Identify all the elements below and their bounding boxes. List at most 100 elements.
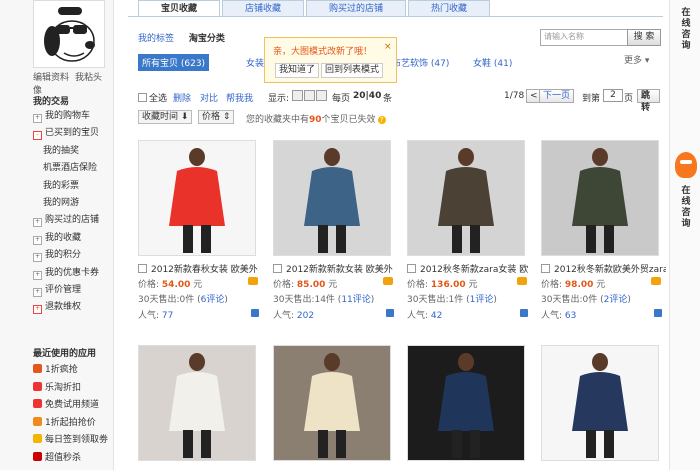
- sidebar-item[interactable]: + 评价管理: [33, 282, 113, 299]
- cat-link-women[interactable]: 女装: [246, 56, 264, 69]
- avatar[interactable]: [33, 0, 105, 68]
- product-image[interactable]: [273, 345, 391, 461]
- product-card: [138, 345, 258, 461]
- product-image[interactable]: [138, 345, 256, 461]
- cart-icon[interactable]: [383, 277, 393, 285]
- cart-icon[interactable]: [517, 277, 527, 285]
- app-icon: [33, 399, 42, 409]
- app-item[interactable]: 1折起拍抢价: [33, 415, 113, 433]
- all-items-filter[interactable]: 所有宝贝 (623): [138, 54, 210, 71]
- list-view-icon[interactable]: [304, 90, 315, 101]
- sort-by-time-button[interactable]: 收藏时间 ⬇: [138, 110, 193, 124]
- sidebar-item[interactable]: + 我的积分: [33, 247, 113, 264]
- search-button[interactable]: 搜 索: [627, 29, 661, 46]
- delete-link[interactable]: 删除: [173, 91, 191, 104]
- mascot-icon[interactable]: [675, 152, 697, 178]
- online-consult-link[interactable]: 在线咨询: [680, 186, 692, 230]
- product-title[interactable]: 2012新款春秋女装 欧美外: [138, 262, 263, 275]
- popularity-value[interactable]: 202: [297, 311, 314, 321]
- tab-item-favorites[interactable]: 宝贝收藏: [138, 0, 221, 17]
- product-checkbox[interactable]: [407, 264, 416, 273]
- sidebar-item[interactable]: + 退款维权: [33, 299, 113, 316]
- product-title[interactable]: 2012秋冬新款zara女装 欧: [407, 262, 532, 275]
- reviews-link[interactable]: 2评论: [604, 295, 628, 305]
- select-all-checkbox[interactable]: [138, 93, 147, 102]
- cart-icon[interactable]: [248, 277, 258, 285]
- sidebar-item[interactable]: 我的彩票: [33, 178, 113, 195]
- popup-ok-button[interactable]: 我知道了: [275, 63, 320, 78]
- product-image[interactable]: [541, 345, 659, 461]
- my-tags-link[interactable]: 我的标签: [138, 34, 174, 44]
- jump-button[interactable]: 跳转: [637, 89, 660, 113]
- share-icon[interactable]: [251, 309, 259, 317]
- collapse-icon[interactable]: -: [33, 131, 42, 141]
- reviews-link[interactable]: 6评论: [201, 295, 225, 305]
- per-page-options[interactable]: 20|40: [353, 91, 381, 101]
- expand-icon[interactable]: +: [33, 305, 42, 315]
- reviews-link[interactable]: 11评论: [341, 295, 370, 305]
- expand-icon[interactable]: +: [33, 253, 42, 263]
- product-image[interactable]: [273, 140, 391, 256]
- product-checkbox[interactable]: [273, 264, 282, 273]
- next-page-button[interactable]: 下一页: [539, 89, 575, 103]
- question-icon[interactable]: ?: [377, 116, 386, 124]
- sidebar-item[interactable]: + 我的收藏: [33, 230, 113, 247]
- reviews-link[interactable]: 1评论: [470, 295, 494, 305]
- app-item[interactable]: 免费试用频道: [33, 397, 113, 415]
- product-image[interactable]: [407, 345, 525, 461]
- product-image[interactable]: [138, 140, 256, 256]
- grid-view-icon[interactable]: [292, 90, 303, 101]
- taobao-category-link[interactable]: 淘宝分类: [189, 34, 225, 44]
- sidebar-item[interactable]: 我的网游: [33, 195, 113, 212]
- popularity-value[interactable]: 77: [162, 311, 173, 321]
- sidebar-item[interactable]: 我的抽奖: [33, 143, 113, 160]
- product-image[interactable]: [541, 140, 659, 256]
- compare-link[interactable]: 对比: [200, 91, 218, 104]
- cat-link-fabric[interactable]: 布艺软饰 (47): [392, 56, 449, 69]
- share-icon[interactable]: [386, 309, 394, 317]
- sidebar-item-label: 我的优惠卡券: [45, 267, 100, 278]
- expand-icon[interactable]: +: [33, 218, 42, 228]
- sidebar-item[interactable]: + 购买过的店铺: [33, 212, 113, 229]
- expand-icon[interactable]: +: [33, 114, 42, 123]
- tab-shop-favorites[interactable]: 店铺收藏: [222, 0, 305, 17]
- more-categories-link[interactable]: 更多 ▾: [624, 53, 649, 66]
- cat-link-shoes[interactable]: 女鞋 (41): [473, 56, 512, 69]
- popularity-value[interactable]: 63: [565, 311, 576, 321]
- sales-end: ): [224, 295, 228, 305]
- popularity-value[interactable]: 42: [431, 311, 442, 321]
- app-item[interactable]: 每日签到领取劵: [33, 432, 113, 450]
- compact-view-icon[interactable]: [316, 90, 327, 101]
- share-icon[interactable]: [654, 309, 662, 317]
- invalid-count-link[interactable]: 90: [309, 115, 322, 125]
- sidebar-item[interactable]: - 已买到的宝贝: [33, 125, 113, 142]
- page-number-input[interactable]: 2: [603, 89, 623, 102]
- expand-icon[interactable]: +: [33, 270, 42, 280]
- search-input[interactable]: 请输入名称: [540, 29, 628, 46]
- app-icon: [33, 416, 42, 426]
- product-image[interactable]: [407, 140, 525, 256]
- cart-icon[interactable]: [651, 277, 661, 285]
- tab-hot-favorites[interactable]: 热门收藏: [408, 0, 491, 17]
- help-me-link[interactable]: 帮我我: [226, 91, 253, 104]
- sidebar-item[interactable]: + 我的购物车: [33, 108, 113, 125]
- tab-purchased-shops[interactable]: 购买过的店铺: [306, 0, 407, 17]
- share-icon[interactable]: [520, 309, 528, 317]
- popup-close-icon[interactable]: ×: [384, 42, 392, 52]
- product-checkbox[interactable]: [541, 264, 550, 273]
- edit-profile-link[interactable]: 编辑资料: [33, 73, 69, 83]
- app-item[interactable]: 乐淘折扣: [33, 380, 113, 398]
- app-item[interactable]: 1折疯抢: [33, 362, 113, 380]
- online-consult-link-top[interactable]: 在线咨询: [680, 8, 692, 52]
- popup-list-mode-button[interactable]: 回到列表模式: [321, 63, 384, 78]
- product-photo: [304, 148, 360, 253]
- sidebar-item[interactable]: 机票酒店保险: [33, 160, 113, 177]
- sidebar-item[interactable]: + 我的优惠卡券: [33, 265, 113, 282]
- product-checkbox[interactable]: [138, 264, 147, 273]
- expand-icon[interactable]: +: [33, 235, 42, 245]
- sort-by-price-button[interactable]: 价格 ⇕: [198, 110, 235, 124]
- product-title[interactable]: 2012新款新款女装 欧美外: [273, 262, 398, 275]
- product-title[interactable]: 2012秋冬新款欧美外贸zara新款: [541, 262, 666, 275]
- app-item[interactable]: 超值秒杀: [33, 450, 113, 468]
- expand-icon[interactable]: +: [33, 287, 42, 297]
